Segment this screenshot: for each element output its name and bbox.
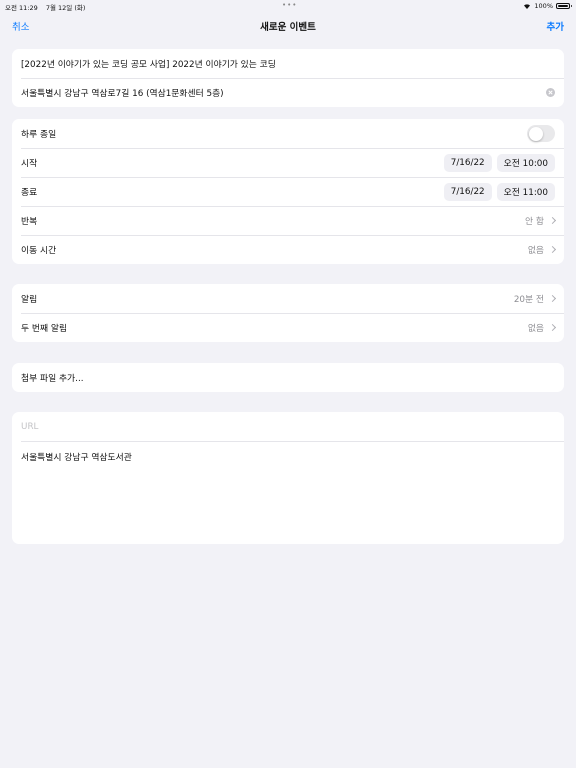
title-value[interactable]: [2022년 이야기가 있는 코딩 공모 사업] 2022년 이야기가 있는 코… [21,57,555,70]
end-row: 종료 7/16/22 오전 11:00 [12,177,564,206]
status-right: 100% [523,2,572,10]
end-label: 종료 [21,188,38,198]
url-field[interactable]: URL [12,412,564,441]
all-day-label: 하루 종일 [21,130,57,140]
start-time-button[interactable]: 오전 10:00 [496,153,555,172]
url-placeholder[interactable]: URL [21,422,555,432]
alert-row[interactable]: 알림 20분 전 [12,284,564,313]
chevron-right-icon [548,216,557,225]
repeat-label: 반복 [21,217,38,227]
second-alert-value: 없음 [527,324,544,334]
alert-label: 알림 [21,295,38,305]
end-time-button[interactable]: 오전 11:00 [496,182,555,201]
all-day-row: 하루 종일 [12,119,564,148]
chevron-right-icon [548,294,557,303]
notes-value[interactable]: 서울특별시 강남구 역삼도서관 [21,453,132,463]
travel-time-value: 없음 [527,246,544,256]
start-date-button[interactable]: 7/16/22 [443,153,492,172]
page-title: 새로운 이벤트 [260,22,316,33]
url-notes-card: URL 서울특별시 강남구 역삼도서관 [12,412,564,544]
status-time: 오전 11:29 [5,4,38,12]
wifi-icon [523,3,531,9]
title-field[interactable]: [2022년 이야기가 있는 코딩 공모 사업] 2022년 이야기가 있는 코… [12,49,564,78]
status-bar: 오전 11:29 7월 12일 (화) ••• 100% [0,0,576,12]
all-day-toggle[interactable] [527,125,555,142]
start-row: 시작 7/16/22 오전 10:00 [12,148,564,177]
second-alert-label: 두 번째 알림 [21,324,68,334]
second-alert-row[interactable]: 두 번째 알림 없음 [12,313,564,342]
title-location-card: [2022년 이야기가 있는 코딩 공모 사업] 2022년 이야기가 있는 코… [12,49,564,107]
add-attachment-row[interactable]: 첨부 파일 추가... [12,363,564,392]
multitasking-dots[interactable]: ••• [282,1,297,9]
start-label: 시작 [21,159,38,169]
alert-value: 20분 전 [513,295,544,305]
attachment-card: 첨부 파일 추가... [12,363,564,392]
alert-value-wrap: 20분 전 [513,292,557,305]
travel-time-row[interactable]: 이동 시간 없음 [12,235,564,264]
location-field[interactable]: 서울특별시 강남구 역삼로7길 16 (역삼1문화센터 5층) [12,78,564,107]
schedule-card: 하루 종일 시작 7/16/22 오전 10:00 종료 7/16/22 오전 … [12,119,564,264]
repeat-row[interactable]: 반복 안 함 [12,206,564,235]
chevron-right-icon [548,245,557,254]
travel-time-label: 이동 시간 [21,246,57,256]
location-value[interactable]: 서울특별시 강남구 역삼로7길 16 (역삼1문화센터 5층) [21,86,546,99]
repeat-value-wrap: 안 함 [525,214,557,227]
clear-icon[interactable] [546,88,555,97]
repeat-value: 안 함 [525,217,544,227]
second-alert-value-wrap: 없음 [527,321,557,334]
status-date: 7월 12일 (화) [45,4,86,12]
add-attachment-label[interactable]: 첨부 파일 추가... [21,371,555,384]
battery-icon [556,3,572,9]
status-left: 오전 11:29 7월 12일 (화) [5,2,91,12]
nav-bar: 취소 새로운 이벤트 추가 [0,14,576,38]
end-date-button[interactable]: 7/16/22 [443,182,492,201]
chevron-right-icon [548,323,557,332]
notes-field[interactable]: 서울특별시 강남구 역삼도서관 [12,441,564,544]
battery-percent: 100% [534,2,553,10]
alerts-card: 알림 20분 전 두 번째 알림 없음 [12,284,564,342]
add-button[interactable]: 추가 [547,19,564,33]
travel-time-value-wrap: 없음 [527,243,557,256]
